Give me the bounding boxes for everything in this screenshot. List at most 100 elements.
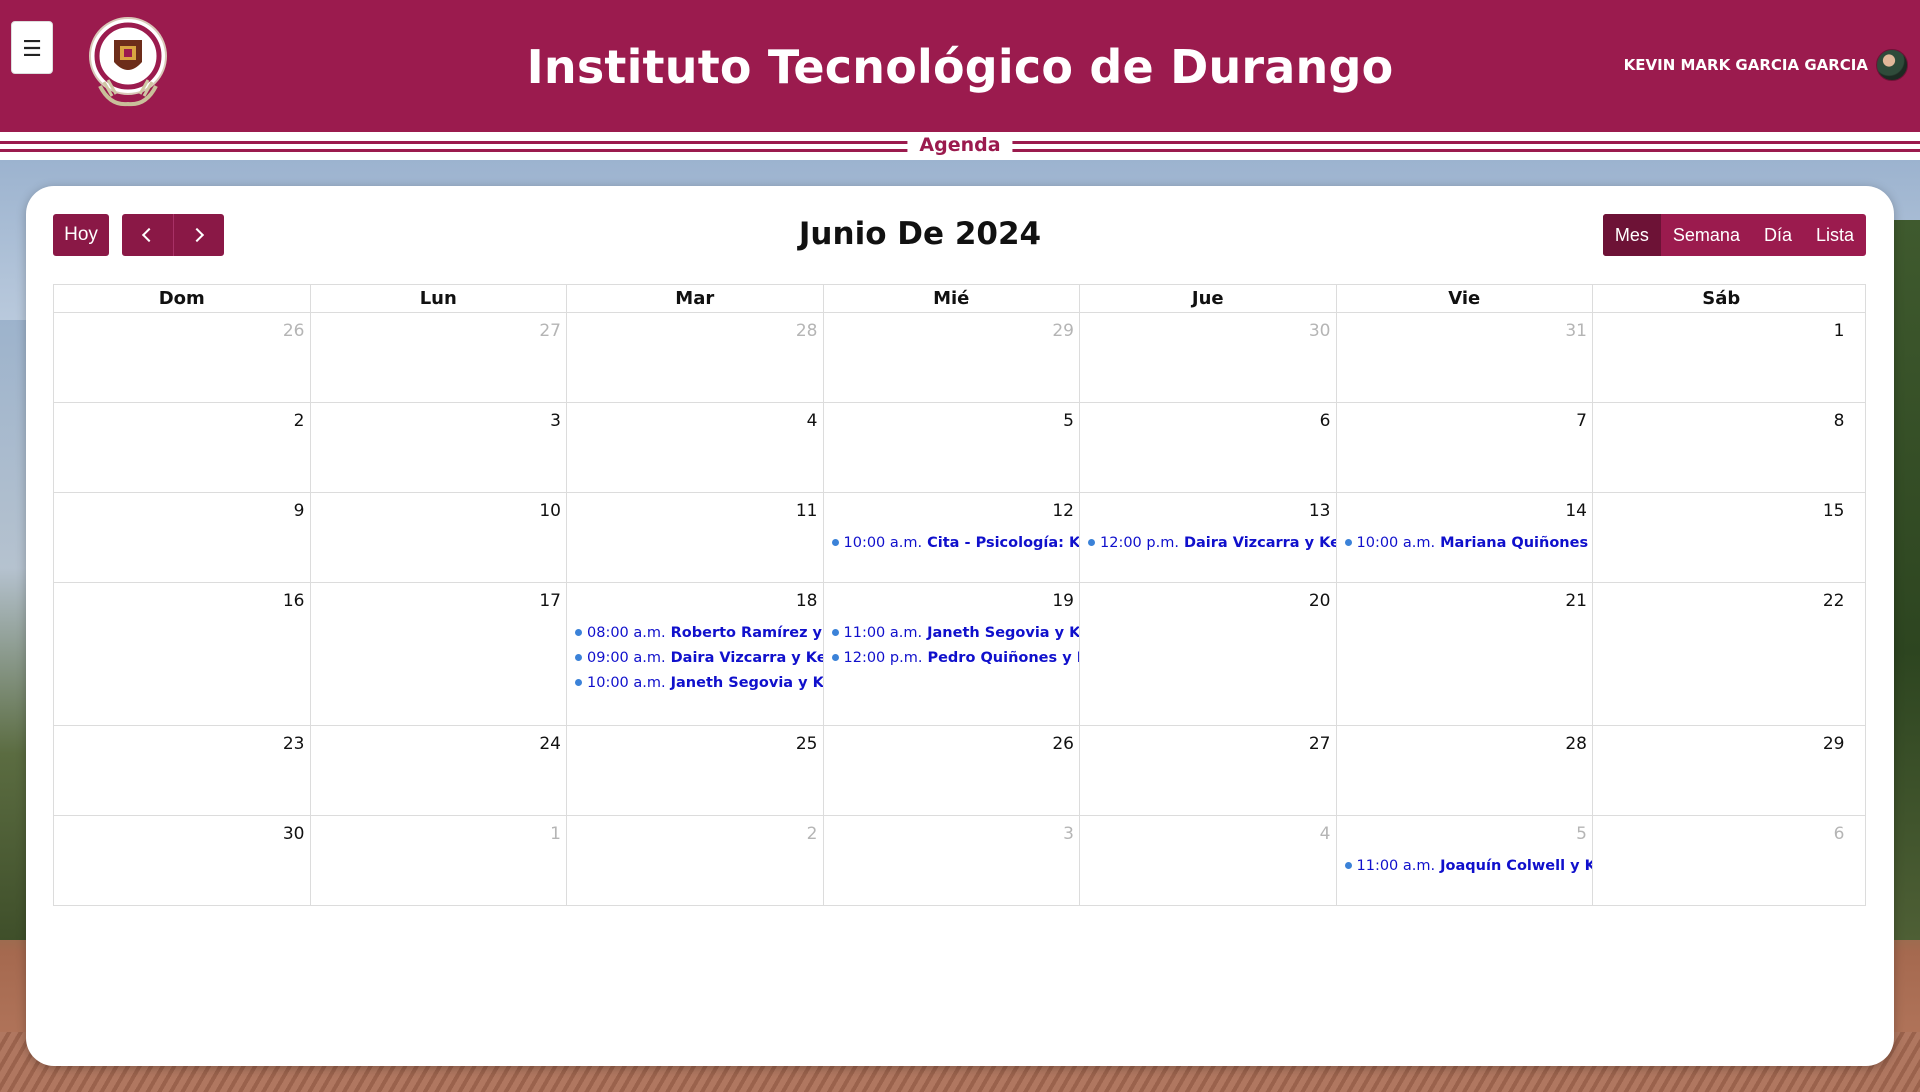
day-cell[interactable]: 8	[1593, 403, 1850, 492]
day-cell[interactable]: 6	[1593, 816, 1850, 905]
calendar-event[interactable]: 10:00 a.m.Janeth Segovia y Kevin	[567, 670, 823, 695]
day-number[interactable]: 2	[294, 411, 305, 431]
day-number[interactable]: 5	[1063, 411, 1074, 431]
day-number[interactable]: 5	[1576, 824, 1587, 844]
day-number[interactable]: 31	[1565, 321, 1587, 341]
day-number[interactable]: 28	[1565, 734, 1587, 754]
day-cell[interactable]: 7	[1337, 403, 1593, 492]
day-cell[interactable]: 30	[54, 816, 311, 905]
day-cell[interactable]: 22	[1593, 583, 1850, 725]
day-cell[interactable]: 10	[311, 493, 567, 582]
day-cell[interactable]: 5 11:00 a.m.Joaquín Colwell y Kevin	[1337, 816, 1593, 905]
day-number[interactable]: 27	[539, 321, 561, 341]
day-number[interactable]: 14	[1565, 501, 1587, 521]
calendar-event[interactable]: 11:00 a.m.Joaquín Colwell y Kevin	[1337, 853, 1592, 878]
day-number[interactable]: 30	[1309, 321, 1331, 341]
day-number[interactable]: 29	[1052, 321, 1074, 341]
day-cell[interactable]: 12 10:00 a.m.Cita - Psicología: Kevin	[824, 493, 1080, 582]
day-number[interactable]: 19	[1052, 591, 1074, 611]
event-dot-icon	[575, 654, 582, 661]
day-number[interactable]: 4	[807, 411, 818, 431]
day-cell[interactable]: 20	[1080, 583, 1337, 725]
day-cell[interactable]: 1	[1593, 313, 1850, 402]
day-number[interactable]: 11	[796, 501, 818, 521]
day-cell[interactable]: 28	[1337, 726, 1593, 815]
day-cell[interactable]: 11	[567, 493, 824, 582]
view-month-button[interactable]: Mes	[1602, 214, 1661, 256]
day-number[interactable]: 30	[283, 824, 305, 844]
day-cell[interactable]: 3	[824, 816, 1080, 905]
user-avatar[interactable]	[1876, 49, 1908, 81]
day-cell[interactable]: 28	[567, 313, 824, 402]
day-cell[interactable]: 2	[567, 816, 824, 905]
day-number[interactable]: 26	[283, 321, 305, 341]
day-cell[interactable]: 25	[567, 726, 824, 815]
day-cell[interactable]: 4	[567, 403, 824, 492]
day-cell[interactable]: 1	[311, 816, 567, 905]
calendar-event[interactable]: 12:00 p.m.Daira Vizcarra y Kevin M	[1080, 530, 1336, 555]
day-cell[interactable]: 24	[311, 726, 567, 815]
day-number[interactable]: 27	[1309, 734, 1331, 754]
day-number[interactable]: 20	[1309, 591, 1331, 611]
day-cell[interactable]: 29	[1593, 726, 1850, 815]
day-number[interactable]: 12	[1052, 501, 1074, 521]
day-number[interactable]: 23	[283, 734, 305, 754]
day-number[interactable]: 3	[1063, 824, 1074, 844]
day-number[interactable]: 13	[1309, 501, 1331, 521]
day-number[interactable]: 22	[1823, 591, 1845, 611]
day-number[interactable]: 10	[539, 501, 561, 521]
day-cell[interactable]: 29	[824, 313, 1080, 402]
day-cell[interactable]: 26	[54, 313, 311, 402]
view-list-button[interactable]: Lista	[1804, 214, 1866, 256]
day-cell[interactable]: 31	[1337, 313, 1593, 402]
day-cell[interactable]: 23	[54, 726, 311, 815]
day-cell[interactable]: 26	[824, 726, 1080, 815]
day-cell[interactable]: 15	[1593, 493, 1850, 582]
day-number[interactable]: 3	[550, 411, 561, 431]
view-day-button[interactable]: Día	[1752, 214, 1804, 256]
day-number[interactable]: 18	[796, 591, 818, 611]
view-week-button[interactable]: Semana	[1661, 214, 1752, 256]
day-cell[interactable]: 19 11:00 a.m.Janeth Segovia y Kevin12:00 …	[824, 583, 1080, 725]
day-number[interactable]: 4	[1320, 824, 1331, 844]
calendar-event[interactable]: 08:00 a.m.Roberto Ramírez y Kevin	[567, 620, 823, 645]
day-cell[interactable]: 27	[1080, 726, 1337, 815]
calendar-event[interactable]: 12:00 p.m.Pedro Quiñones y Kevin	[824, 645, 1079, 670]
calendar-event[interactable]: 09:00 a.m.Daira Vizcarra y Kevin M	[567, 645, 823, 670]
day-number[interactable]: 1	[1834, 321, 1845, 341]
day-number[interactable]: 29	[1823, 734, 1845, 754]
day-number[interactable]: 17	[539, 591, 561, 611]
day-cell[interactable]: 3	[311, 403, 567, 492]
day-cell[interactable]: 21	[1337, 583, 1593, 725]
day-number[interactable]: 6	[1834, 824, 1845, 844]
day-number[interactable]: 2	[807, 824, 818, 844]
day-number[interactable]: 26	[1052, 734, 1074, 754]
user-menu[interactable]: KEVIN MARK GARCIA GARCIA	[1624, 49, 1908, 81]
day-cell[interactable]: 5	[824, 403, 1080, 492]
calendar-event[interactable]: 10:00 a.m.Cita - Psicología: Kevin	[824, 530, 1079, 555]
day-cell[interactable]: 4	[1080, 816, 1337, 905]
day-number[interactable]: 6	[1320, 411, 1331, 431]
day-number[interactable]: 1	[550, 824, 561, 844]
day-number[interactable]: 7	[1576, 411, 1587, 431]
day-number[interactable]: 21	[1565, 591, 1587, 611]
day-number[interactable]: 24	[539, 734, 561, 754]
day-cell[interactable]: 13 12:00 p.m.Daira Vizcarra y Kevin M	[1080, 493, 1337, 582]
day-number[interactable]: 15	[1823, 501, 1845, 521]
day-number[interactable]: 16	[283, 591, 305, 611]
day-cell[interactable]: 9	[54, 493, 311, 582]
day-cell[interactable]: 30	[1080, 313, 1337, 402]
day-number[interactable]: 28	[796, 321, 818, 341]
calendar-event[interactable]: 11:00 a.m.Janeth Segovia y Kevin	[824, 620, 1079, 645]
calendar-event[interactable]: 10:00 a.m.Mariana Quiñones y Kevi	[1337, 530, 1592, 555]
day-cell[interactable]: 6	[1080, 403, 1337, 492]
day-number[interactable]: 8	[1834, 411, 1845, 431]
day-cell[interactable]: 14 10:00 a.m.Mariana Quiñones y Kevi	[1337, 493, 1593, 582]
day-number[interactable]: 9	[294, 501, 305, 521]
day-cell[interactable]: 27	[311, 313, 567, 402]
day-cell[interactable]: 16	[54, 583, 311, 725]
day-number[interactable]: 25	[796, 734, 818, 754]
day-cell[interactable]: 18 08:00 a.m.Roberto Ramírez y Kevin09:00…	[567, 583, 824, 725]
day-cell[interactable]: 2	[54, 403, 311, 492]
day-cell[interactable]: 17	[311, 583, 567, 725]
